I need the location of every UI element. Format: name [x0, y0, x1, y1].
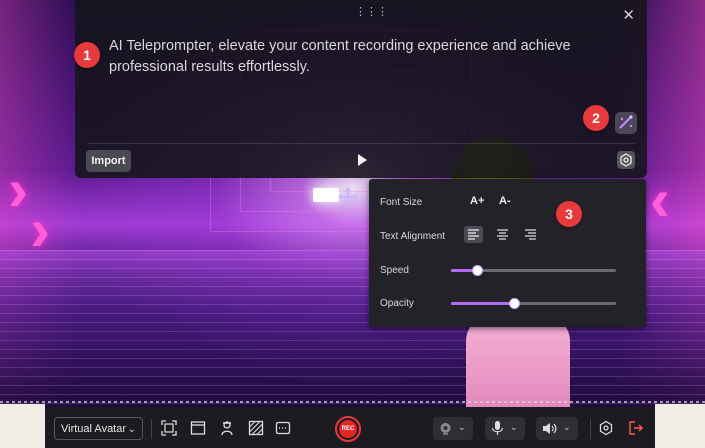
neon-chevron: › — [8, 156, 28, 223]
speaker-selector[interactable]: ⌄ — [536, 417, 578, 440]
toolbar-divider — [590, 419, 591, 439]
chevron-down-icon: ⌄ — [563, 422, 571, 432]
window-button[interactable] — [190, 420, 206, 436]
camera-icon — [440, 423, 451, 435]
close-icon[interactable]: ✕ — [622, 6, 635, 24]
neon-chevron: ‹ — [650, 166, 670, 233]
speed-slider[interactable] — [451, 265, 616, 276]
text-alignment-label: Text Alignment — [380, 231, 446, 242]
window-icon — [190, 421, 206, 435]
wallpaper-edge-left — [0, 404, 45, 448]
mode-selector[interactable]: Virtual Avatar ⌄ — [54, 417, 143, 440]
settings-icon — [599, 420, 613, 436]
microphone-icon — [491, 421, 504, 435]
settings-button[interactable] — [598, 420, 614, 436]
teleprompter-settings-popover: Font Size A+ A- 3 Text Alignment Speed O… — [369, 179, 646, 327]
ai-magic-icon — [619, 115, 633, 129]
record-label: REC — [339, 420, 357, 438]
screen-capture-icon — [161, 420, 177, 436]
chevron-down-icon: ⌄ — [458, 422, 466, 432]
move-icon[interactable] — [336, 185, 360, 209]
avatar-icon — [221, 421, 233, 436]
align-center-icon — [497, 229, 508, 240]
exit-icon — [629, 421, 643, 435]
screen-capture-button[interactable] — [161, 420, 177, 436]
align-right-button[interactable] — [521, 226, 540, 243]
opacity-slider-fill — [451, 302, 514, 305]
font-size-label: Font Size — [380, 197, 423, 208]
background-icon — [248, 420, 264, 436]
mode-label: Virtual Avatar — [61, 423, 127, 435]
drag-handle-icon[interactable]: ⋮⋮⋮ — [355, 7, 388, 18]
camera-selector[interactable]: ⌄ — [433, 417, 473, 440]
speaker-icon — [543, 423, 557, 434]
align-right-icon — [525, 229, 536, 240]
settings-icon — [620, 153, 632, 167]
opacity-label: Opacity — [380, 298, 414, 309]
teleprompter-settings-button[interactable] — [617, 151, 635, 169]
opacity-slider[interactable] — [451, 298, 616, 309]
toolbar-divider — [151, 419, 152, 439]
avatar-body — [466, 315, 570, 407]
font-decrease-button[interactable]: A- — [499, 195, 511, 207]
callout-badge-2: 2 — [583, 105, 609, 131]
callout-badge-1: 1 — [74, 42, 100, 68]
font-increase-button[interactable]: A+ — [470, 195, 484, 207]
callout-badge-3: 3 — [556, 201, 582, 227]
play-icon — [358, 154, 367, 166]
align-left-button[interactable] — [464, 226, 483, 243]
canvas-boundary — [0, 401, 705, 403]
speed-slider-thumb[interactable] — [472, 265, 484, 276]
teleprompter-text[interactable]: AI Teleprompter, elevate your content re… — [109, 36, 579, 78]
background-button[interactable] — [248, 420, 264, 436]
avatar-button[interactable] — [219, 420, 235, 436]
teleprompter-panel: ⋮⋮⋮ ✕ AI Teleprompter, elevate your cont… — [75, 0, 647, 178]
teleprompter-button[interactable] — [275, 420, 291, 436]
teleprompter-icon — [275, 421, 291, 435]
align-center-button[interactable] — [493, 226, 512, 243]
neon-chevron: › — [30, 196, 50, 263]
ai-magic-button[interactable] — [615, 112, 637, 134]
chevron-down-icon: ⌄ — [510, 422, 518, 432]
chevron-down-icon: ⌄ — [127, 424, 136, 435]
microphone-selector[interactable]: ⌄ — [485, 417, 525, 440]
align-left-icon — [468, 229, 479, 240]
bottom-toolbar: Virtual Avatar ⌄ REC ⌄ ⌄ ⌄ — [45, 407, 655, 448]
wallpaper-edge-right — [655, 404, 705, 448]
record-button[interactable]: REC — [335, 416, 361, 442]
play-button[interactable] — [354, 152, 370, 168]
opacity-slider-thumb[interactable] — [508, 298, 520, 309]
import-button[interactable]: Import — [86, 150, 131, 172]
panel-divider — [87, 143, 635, 144]
exit-button[interactable] — [628, 420, 644, 436]
speed-label: Speed — [380, 265, 409, 276]
